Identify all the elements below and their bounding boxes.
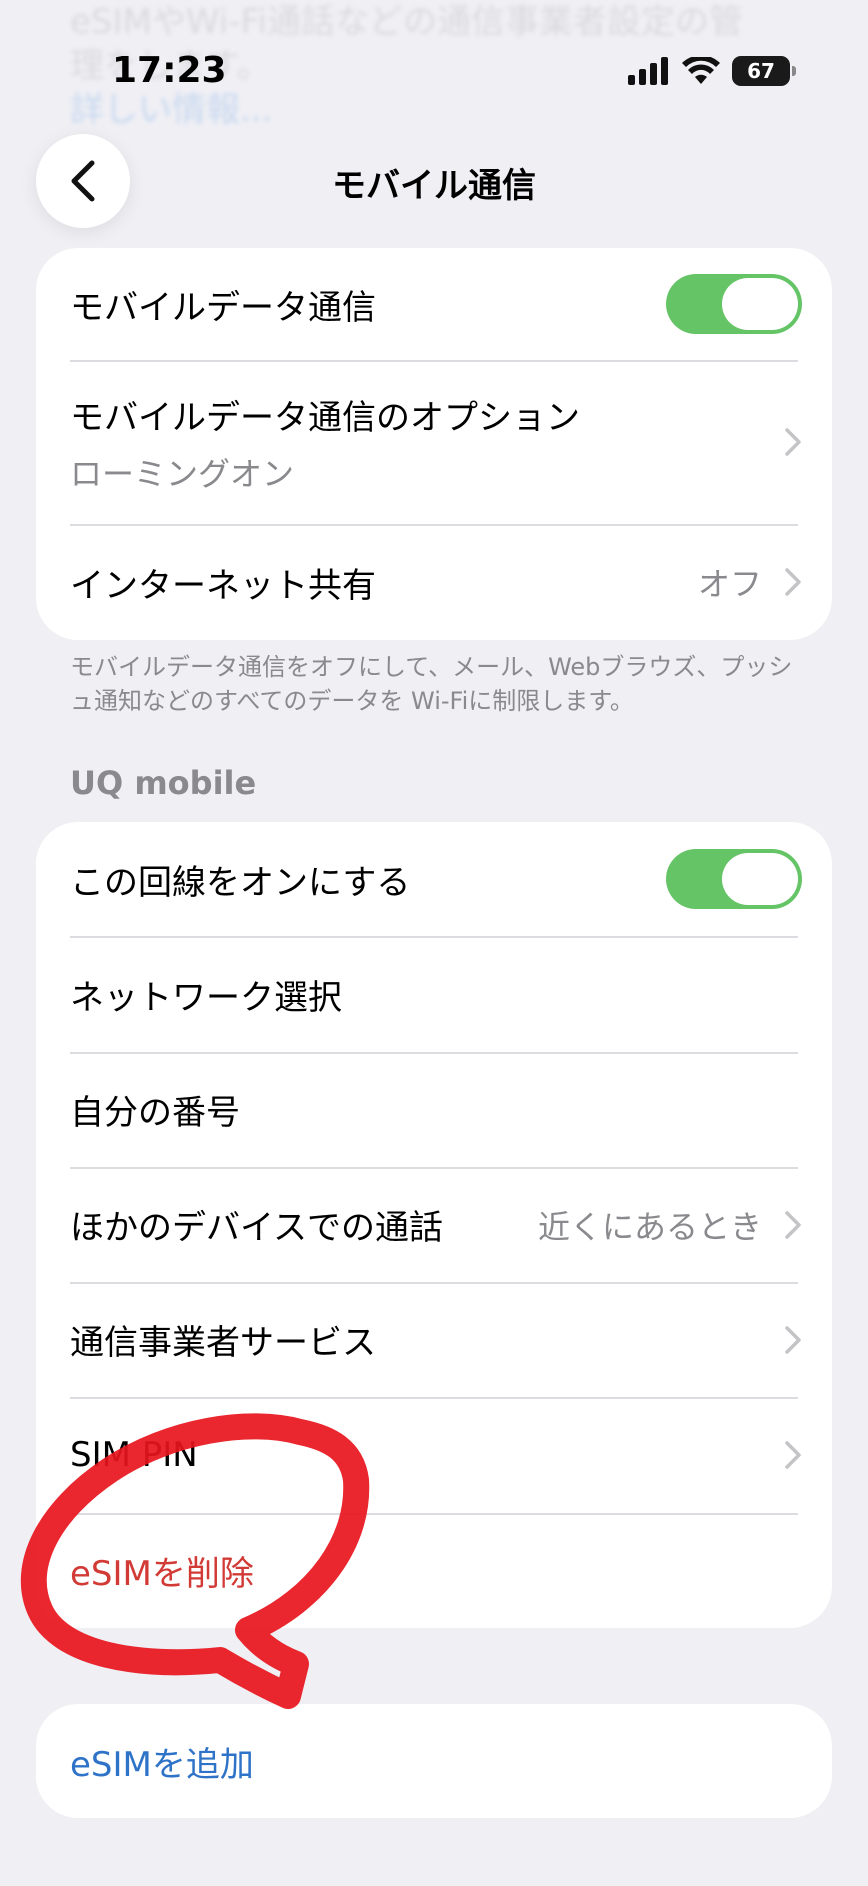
sim-pin-label: SIM PIN	[70, 1435, 198, 1475]
calls-on-other-devices-value: 近くにあるとき	[537, 1207, 762, 1246]
chevron-right-icon	[785, 568, 801, 596]
personal-hotspot-label: インターネット共有	[70, 565, 376, 606]
wifi-icon	[682, 57, 720, 84]
network-selection-row[interactable]: ネットワーク選択	[36, 936, 832, 1052]
carrier-group: この回線をオンにする ネットワーク選択 自分の番号 ほかのデバイスでの通話 近く…	[36, 822, 832, 1628]
mobile-data-row: モバイルデータ通信	[36, 248, 832, 360]
roaming-status: ローミングオン	[70, 454, 295, 493]
delete-esim-button[interactable]: eSIMを削除	[70, 1546, 802, 1595]
carrier-services-label: 通信事業者サービス	[70, 1323, 376, 1363]
chevron-right-icon	[785, 1441, 801, 1469]
add-esim-group: eSIMを追加	[36, 1704, 832, 1818]
add-esim-row[interactable]: eSIMを追加	[36, 1704, 832, 1818]
chevron-right-icon	[785, 1325, 801, 1354]
mobile-data-group: モバイルデータ通信 モバイルデータ通信のオプション ローミングオン インターネッ…	[36, 248, 832, 640]
status-time: 17:23	[112, 50, 227, 91]
status-bar: 17:23 67	[0, 40, 868, 100]
navigation-bar: モバイル通信	[0, 134, 868, 230]
page-title: モバイル通信	[332, 166, 536, 206]
mobile-data-options-label: モバイルデータ通信のオプション	[70, 397, 580, 438]
sim-pin-row[interactable]: SIM PIN	[36, 1397, 832, 1513]
carrier-section-header: UQ mobile	[70, 764, 257, 802]
battery-icon: 67	[732, 56, 796, 86]
calls-on-other-devices-label: ほかのデバイスでの通話	[70, 1208, 443, 1248]
my-number-label: 自分の番号	[70, 1093, 240, 1133]
add-esim-button[interactable]: eSIMを追加	[70, 1737, 802, 1786]
line-on-row: この回線をオンにする	[36, 822, 832, 936]
mobile-data-options-row[interactable]: モバイルデータ通信のオプション ローミングオン	[36, 360, 832, 524]
mobile-data-footer-note: モバイルデータ通信をオフにして、メール、Webブラウズ、プッシュ通知などのすべて…	[70, 653, 793, 715]
battery-level: 67	[747, 59, 775, 83]
my-number-row[interactable]: 自分の番号	[36, 1052, 832, 1167]
network-selection-label: ネットワーク選択	[70, 977, 342, 1018]
personal-hotspot-row[interactable]: インターネット共有 オフ	[36, 524, 832, 640]
mobile-data-toggle[interactable]	[666, 274, 802, 334]
carrier-services-row[interactable]: 通信事業者サービス	[36, 1282, 832, 1397]
chevron-right-icon	[785, 1210, 801, 1239]
mobile-data-label: モバイルデータ通信	[70, 287, 376, 328]
delete-esim-row[interactable]: eSIMを削除	[36, 1513, 832, 1628]
calls-on-other-devices-row[interactable]: ほかのデバイスでの通話 近くにあるとき	[36, 1167, 832, 1282]
line-on-label: この回線をオンにする	[70, 862, 411, 903]
chevron-right-icon	[785, 428, 801, 456]
personal-hotspot-value: オフ	[697, 565, 762, 603]
signal-icon	[628, 57, 668, 85]
line-on-toggle[interactable]	[666, 849, 802, 909]
